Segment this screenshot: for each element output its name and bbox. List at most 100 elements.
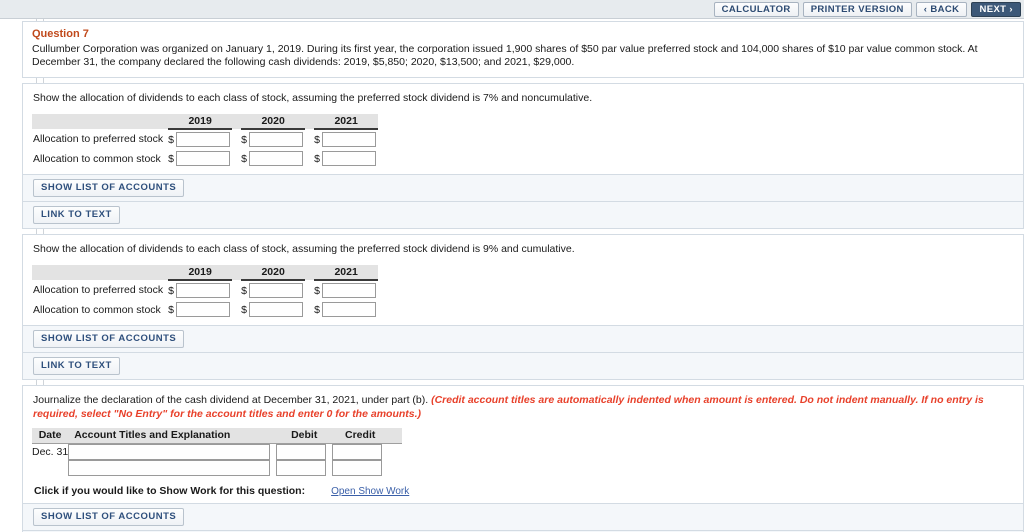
row-label-preferred-stock: Allocation to preferred stock	[33, 133, 164, 145]
table-row	[32, 459, 402, 476]
part-a-accounts-band: SHOW LIST OF ACCOUNTS	[23, 174, 1023, 201]
spacer	[305, 129, 314, 149]
currency-symbol: $	[241, 133, 247, 146]
journal-row-1-account-cell	[68, 443, 276, 460]
column-header-2020: 2020	[241, 265, 306, 281]
part-a-instruction: Show the allocation of dividends to each…	[33, 92, 593, 104]
header-gap-1	[232, 114, 242, 129]
input-common-2020[interactable]	[249, 151, 303, 166]
printer-version-button[interactable]: PRINTER VERSION	[802, 1, 912, 17]
table-header-row: 2019 2020 2021	[32, 114, 379, 130]
currency-symbol: $	[314, 303, 320, 316]
journal-row-2-account-cell	[68, 459, 276, 476]
input-preferred-2020[interactable]	[249, 283, 303, 298]
cell-preferred-2019: $	[168, 129, 232, 149]
journal-row-1-date: Dec. 31	[32, 445, 69, 458]
journal-row-1-debit-input[interactable]	[276, 443, 327, 460]
part-a-allocation-table: 2019 2020 2021 Allocation to preferred s…	[32, 114, 379, 168]
column-header-2021: 2021	[314, 114, 379, 130]
input-preferred-2020[interactable]	[249, 132, 303, 147]
input-preferred-2019[interactable]	[176, 132, 230, 147]
part-c-instruction-plain: Journalize the declaration of the cash d…	[33, 394, 432, 406]
column-header-account: Account Titles and Explanation	[68, 428, 277, 444]
journal-row-1-account-input[interactable]	[68, 443, 271, 460]
question-stem-panel: Question 7 Cullumber Corporation was org…	[22, 21, 1024, 78]
question-body-text: Cullumber Corporation was organized on J…	[32, 43, 978, 68]
part-c-panel: Journalize the declaration of the cash d…	[22, 385, 1024, 532]
question-content: Question 7 Cullumber Corporation was org…	[22, 19, 1024, 532]
cell-common-2021: $	[314, 300, 378, 319]
part-b-allocation-table: 2019 2020 2021 Allocation to preferred s…	[32, 265, 379, 319]
table-row: Allocation to common stock $ $ $	[32, 149, 378, 168]
cell-preferred-2021: $	[314, 280, 378, 300]
column-header-tail	[388, 428, 403, 444]
cell-common-2019: $	[168, 149, 232, 168]
column-header-2019: 2019	[168, 114, 233, 130]
table-row: Allocation to preferred stock $ $ $	[32, 129, 378, 149]
spacer	[232, 300, 241, 319]
input-common-2021[interactable]	[322, 302, 376, 317]
part-a-linktext-band: LINK TO TEXT	[23, 201, 1023, 228]
header-blank-cell	[32, 265, 169, 280]
table-row: Allocation to preferred stock $ $ $	[32, 280, 378, 300]
journal-row-2-account-input[interactable]	[68, 459, 271, 476]
table-row: Dec. 31	[32, 443, 402, 460]
journal-row-2-credit-input[interactable]	[332, 459, 383, 476]
input-preferred-2021[interactable]	[322, 132, 376, 147]
next-button[interactable]: NEXT ›	[971, 1, 1021, 17]
page-body: Question 7 Cullumber Corporation was org…	[0, 19, 1024, 532]
back-button[interactable]: ‹ BACK	[915, 1, 968, 17]
cell-common-2019: $	[168, 300, 232, 319]
input-common-2021[interactable]	[322, 151, 376, 166]
currency-symbol: $	[314, 133, 320, 146]
journal-entry-table: Date Account Titles and Explanation Debi…	[32, 428, 403, 476]
journal-row-1-credit-input[interactable]	[332, 443, 383, 460]
part-b-instruction: Show the allocation of dividends to each…	[33, 243, 575, 255]
header-gap-2	[305, 265, 315, 280]
link-to-text-button[interactable]: LINK TO TEXT	[33, 357, 120, 375]
input-common-2019[interactable]	[176, 151, 230, 166]
column-header-date: Date	[32, 428, 69, 444]
spacer	[305, 149, 314, 168]
currency-symbol: $	[168, 133, 174, 146]
header-blank-cell	[32, 114, 169, 129]
show-list-of-accounts-button[interactable]: SHOW LIST OF ACCOUNTS	[33, 179, 185, 197]
part-c-accounts-band: SHOW LIST OF ACCOUNTS	[23, 502, 1023, 530]
spacer	[232, 149, 241, 168]
spacer	[388, 443, 402, 460]
part-b-accounts-band: SHOW LIST OF ACCOUNTS	[23, 325, 1023, 352]
input-common-2020[interactable]	[249, 302, 303, 317]
link-to-text-button[interactable]: LINK TO TEXT	[33, 206, 120, 224]
spacer	[305, 280, 314, 300]
journal-row-1-credit-cell	[332, 443, 388, 460]
currency-symbol: $	[314, 284, 320, 297]
currency-symbol: $	[241, 303, 247, 316]
spacer	[232, 129, 241, 149]
show-work-label: Click if you would like to Show Work for…	[34, 484, 306, 497]
row-label-preferred-stock: Allocation to preferred stock	[33, 284, 164, 296]
show-list-of-accounts-button[interactable]: SHOW LIST OF ACCOUNTS	[33, 330, 185, 348]
journal-row-2-debit-input[interactable]	[276, 459, 327, 476]
open-show-work-link[interactable]: Open Show Work	[331, 486, 409, 497]
cell-preferred-2020: $	[241, 280, 305, 300]
journal-row-2-credit-cell	[332, 459, 388, 476]
input-preferred-2019[interactable]	[176, 283, 230, 298]
currency-symbol: $	[241, 284, 247, 297]
show-list-of-accounts-button[interactable]: SHOW LIST OF ACCOUNTS	[33, 507, 185, 526]
cell-common-2020: $	[241, 149, 305, 168]
input-preferred-2021[interactable]	[322, 283, 376, 298]
part-b-panel: Show the allocation of dividends to each…	[22, 234, 1024, 380]
journal-row-2-date	[32, 460, 68, 476]
cell-preferred-2020: $	[241, 129, 305, 149]
part-c-instruction: Journalize the declaration of the cash d…	[33, 393, 1014, 421]
calculator-button[interactable]: CALCULATOR	[713, 1, 799, 17]
currency-symbol: $	[168, 303, 174, 316]
column-header-credit: Credit	[332, 428, 389, 444]
table-header-row: 2019 2020 2021	[32, 265, 379, 281]
input-common-2019[interactable]	[176, 302, 230, 317]
spacer	[388, 460, 402, 476]
row-label-common-stock: Allocation to common stock	[33, 303, 161, 316]
spacer	[305, 300, 314, 319]
top-toolbar: CALCULATOR PRINTER VERSION ‹ BACK NEXT ›	[0, 0, 1024, 19]
header-gap-1	[232, 265, 242, 280]
